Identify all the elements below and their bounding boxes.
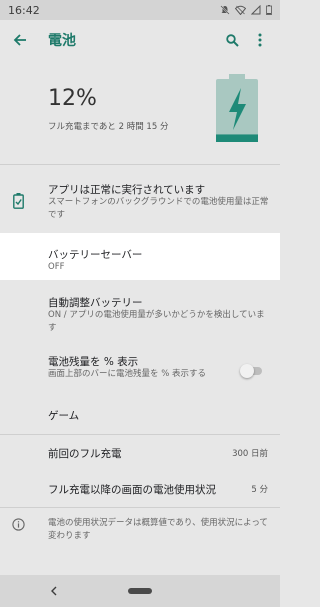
nav-back-button[interactable] [46, 583, 62, 599]
nav-home-pill[interactable] [128, 588, 152, 594]
adaptive-battery-row[interactable]: 自動調整バッテリー ON / アプリの電池使用量が多いかどうかを検出しています [0, 284, 280, 342]
battery-header: 12% フル充電まであと 2 時間 15 分 [0, 60, 280, 160]
tip-summary: スマートフォンのバックグラウンドでの電池使用量は正常です [48, 197, 269, 220]
battery-percentage-toggle[interactable] [240, 364, 264, 378]
page-title: 電池 [48, 33, 76, 49]
charge-remaining-text: フル充電まであと 2 時間 15 分 [48, 122, 169, 132]
status-bar: 16:42 [0, 0, 280, 20]
last-full-charge-row: 前回のフル充電 300 日前 [0, 435, 280, 471]
app-bar: 電池 [0, 20, 280, 60]
game-title: ゲーム [48, 410, 80, 422]
status-icons [220, 5, 272, 15]
battery-saver-row[interactable]: バッテリーセーバー OFF [0, 233, 280, 280]
chevron-left-icon [51, 586, 57, 596]
bell-off-icon [220, 5, 230, 15]
battery-status-icon [266, 5, 272, 15]
arrow-back-icon [13, 34, 26, 46]
tip-title: アプリは正常に実行されています [48, 184, 206, 196]
search-button[interactable] [218, 20, 246, 60]
battery-saver-status: OFF [48, 262, 65, 272]
battery-percentage-summary: 画面上部のバーに電池残量を % 表示する [48, 369, 206, 379]
status-time: 16:42 [8, 3, 40, 17]
adaptive-battery-summary: ON / アプリの電池使用量が多いかどうかを検出しています [48, 310, 265, 333]
battery-percentage-row[interactable]: 電池残量を % 表示 画面上部のバーに電池残量を % 表示する [0, 343, 280, 393]
toggle-thumb [240, 364, 254, 378]
adaptive-battery-title: 自動調整バッテリー [48, 297, 143, 309]
screen-usage-title: フル充電以降の画面の電池使用状況 [48, 484, 216, 496]
search-icon [225, 33, 239, 47]
screen-usage-row: フル充電以降の画面の電池使用状況 5 分 [0, 471, 280, 507]
info-footer: 電池の使用状況データは概算値であり、使用状況によって変わります [0, 508, 280, 556]
info-icon [12, 518, 25, 531]
signal-icon [251, 5, 261, 15]
more-vert-icon [258, 33, 262, 47]
back-button[interactable] [0, 20, 40, 60]
battery-percentage-title: 電池残量を % 表示 [48, 356, 139, 368]
more-options-button[interactable] [246, 20, 274, 60]
battery-saver-title: バッテリーセーバー [48, 249, 143, 261]
last-full-charge-value: 300 日前 [232, 449, 268, 459]
navigation-bar [0, 575, 280, 607]
battery-percentage: 12% [48, 86, 97, 111]
battery-tip-row[interactable]: アプリは正常に実行されています スマートフォンのバックグラウンドでの電池使用量は… [0, 165, 280, 229]
info-text: 電池の使用状況データは概算値であり、使用状況によって変わります [48, 518, 268, 541]
battery-check-icon [13, 193, 24, 209]
game-row[interactable]: ゲーム [0, 396, 280, 432]
battery-charging-icon [216, 74, 258, 142]
wifi-off-icon [235, 5, 246, 15]
last-full-charge-title: 前回のフル充電 [48, 448, 122, 460]
screen-usage-value: 5 分 [251, 485, 268, 495]
